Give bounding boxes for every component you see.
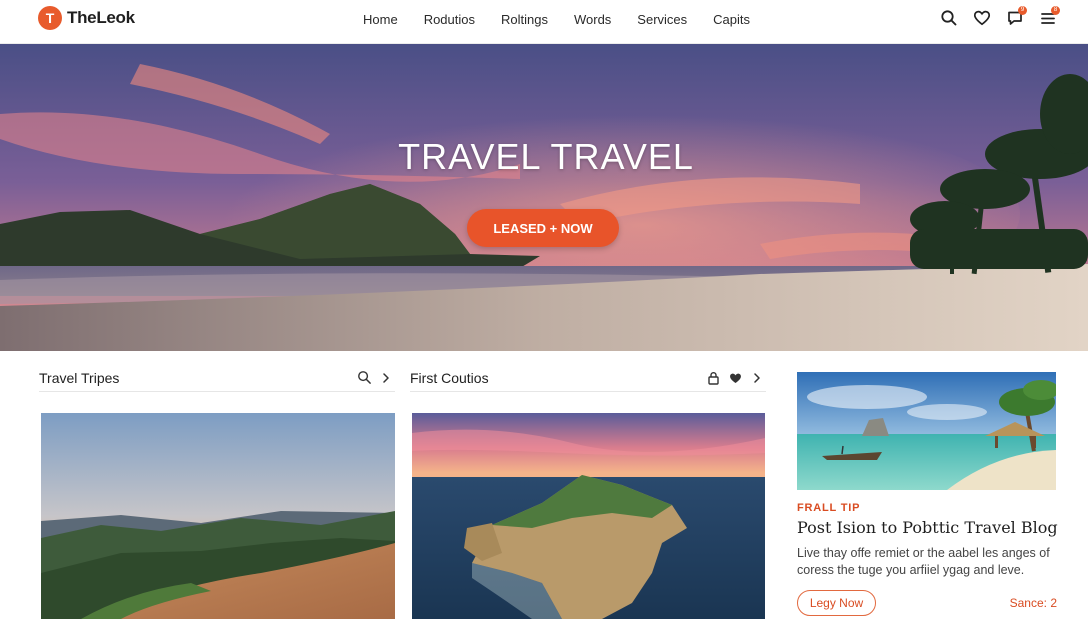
hero-banner: TRAVEL TRAVEL LEASED + NOW [0, 44, 1088, 351]
blog-title[interactable]: Post Ision to Pobttic Travel Blog [797, 518, 1067, 537]
main-nav: Home Rodutios Roltings Words Services Ca… [350, 10, 763, 28]
nav-item-home[interactable]: Home [363, 12, 398, 27]
search-icon[interactable] [355, 369, 373, 387]
blog-tag: FRALL TIP [797, 502, 861, 514]
card-header-travel-tripes: Travel Tripes [39, 364, 395, 392]
lock-icon[interactable] [704, 369, 722, 387]
hero-cta-button[interactable]: LEASED + NOW [467, 209, 619, 247]
chevron-right-icon[interactable] [748, 369, 766, 387]
search-icon[interactable] [937, 6, 961, 30]
blog-read-button[interactable]: Legy Now [797, 590, 876, 616]
menu-badge: 8 [1051, 6, 1060, 15]
logo-text: TheLeok [67, 8, 135, 27]
logo[interactable]: T TheLeok [38, 6, 135, 30]
nav-item-rodutios[interactable]: Rodutios [424, 12, 475, 27]
heart-icon[interactable] [726, 369, 744, 387]
card-image-island[interactable] [412, 413, 765, 619]
hero-title: TRAVEL TRAVEL [398, 136, 694, 177]
card-actions [700, 369, 766, 387]
chat-icon[interactable]: 9 [1003, 6, 1027, 30]
chat-badge: 9 [1018, 6, 1027, 15]
logo-mark: T [38, 6, 62, 30]
card-actions [351, 369, 395, 387]
header-actions: 9 8 [928, 6, 1060, 30]
hero-image [0, 44, 1088, 351]
page: T TheLeok Home Rodutios Roltings Words S… [0, 0, 1088, 640]
nav-item-words[interactable]: Words [574, 12, 611, 27]
blog-meta: Sance: 2 [1009, 596, 1057, 610]
top-header: T TheLeok Home Rodutios Roltings Words S… [0, 0, 1088, 44]
card-title: Travel Tripes [39, 369, 120, 386]
blog-excerpt: Live thay offe remiet or the aabel les a… [797, 546, 1050, 577]
menu-icon[interactable]: 8 [1036, 6, 1060, 30]
heart-icon[interactable] [970, 6, 994, 30]
nav-item-roltings[interactable]: Roltings [501, 12, 548, 27]
nav-item-capits[interactable]: Capits [713, 12, 750, 27]
card-header-first-coutios: First Coutios [410, 364, 766, 392]
chevron-right-icon[interactable] [377, 369, 395, 387]
card-title: First Coutios [410, 369, 489, 386]
blog-image-beach[interactable] [797, 372, 1056, 490]
card-image-mountains[interactable] [41, 413, 395, 619]
nav-item-services[interactable]: Services [637, 12, 687, 27]
